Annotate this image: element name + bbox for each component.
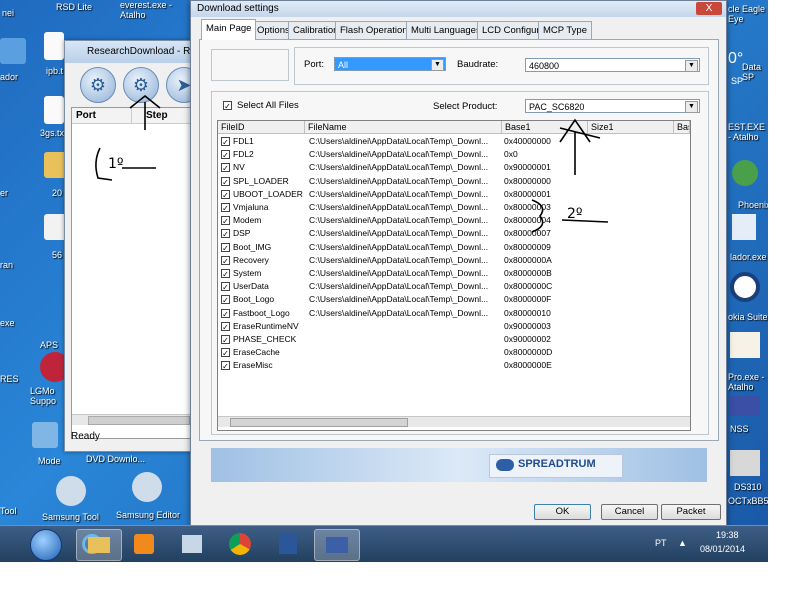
annotation-label-one: 1º [108, 156, 124, 172]
tab-main-page[interactable]: Main Page [201, 19, 257, 40]
annotation-bracket-two [531, 199, 544, 233]
annotation-label-two: 2º [567, 206, 583, 222]
handwritten-annotations: 1º 2º [95, 94, 609, 233]
annotation-arrow-up [129, 94, 161, 130]
annotation-arrow-up [559, 118, 601, 175]
